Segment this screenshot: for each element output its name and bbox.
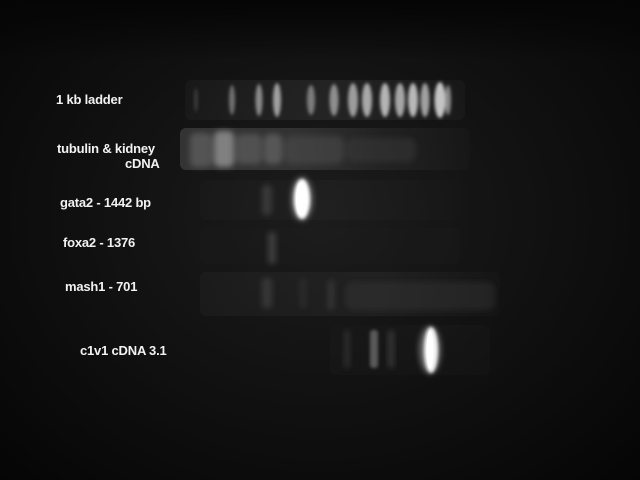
label-foxa2: foxa2 - 1376: [63, 235, 136, 250]
ladder-bands: [194, 82, 451, 118]
label-tubulin-line2: cDNA: [125, 156, 160, 171]
ladder-band: [194, 88, 198, 112]
ladder-band: [307, 85, 315, 115]
ladder-band: [395, 83, 405, 117]
label-ladder: 1 kb ladder: [56, 92, 123, 107]
ladder-band: [362, 83, 372, 117]
ladder-band: [408, 83, 418, 117]
label-tubulin-kidney: tubulin & kidney cDNA: [57, 141, 160, 171]
ladder-band: [329, 84, 339, 116]
ladder-band: [255, 84, 263, 116]
ladder-band: [434, 82, 446, 118]
tubulin-bands: [190, 131, 416, 167]
label-gata2: gata2 - 1442 bp: [60, 195, 151, 210]
ladder-band: [380, 83, 390, 117]
gata2-band: [262, 177, 313, 221]
ladder-band: [420, 83, 430, 117]
foxa2-band: [268, 232, 276, 264]
ladder-band: [273, 83, 281, 117]
ladder-band: [348, 83, 358, 117]
label-tubulin-line1: tubulin & kidney: [57, 141, 155, 156]
mash1-bands: [262, 278, 495, 310]
gel-image: 1 kb ladder tubulin & kidney cDNA gata2 …: [0, 0, 640, 480]
c1v1-bands: [344, 326, 441, 374]
label-c1v1: c1v1 cDNA 3.1: [80, 343, 167, 358]
ladder-band: [229, 85, 235, 115]
label-mash1: mash1 - 701: [65, 279, 138, 294]
ladder-band: [445, 85, 451, 115]
